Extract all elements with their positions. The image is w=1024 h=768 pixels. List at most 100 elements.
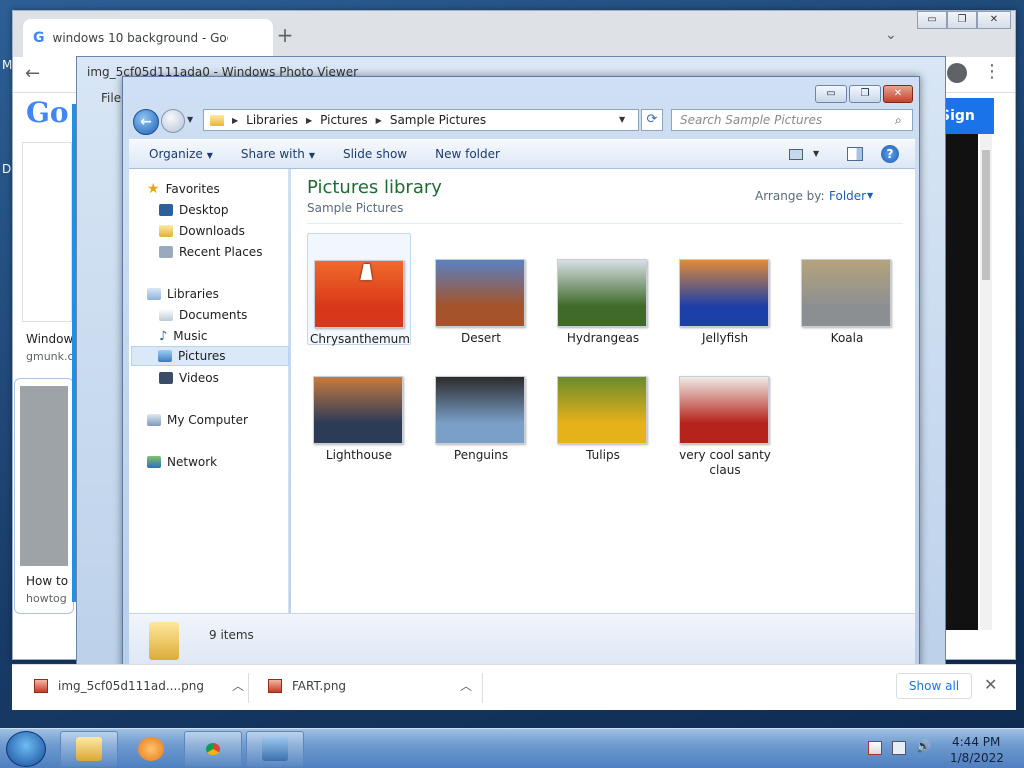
arrange-by-dropdown[interactable]: Folder (829, 189, 866, 203)
change-view-icon[interactable] (789, 149, 803, 160)
downloads-folder-icon (159, 225, 173, 237)
address-bar[interactable]: ▶ Libraries ▶ Pictures ▶ Sample Pictures (203, 109, 639, 131)
google-logo[interactable]: Go (26, 96, 69, 129)
desktop-label-d: D (2, 162, 12, 176)
google-favicon-icon: G (33, 30, 45, 46)
chevron-up-icon[interactable]: ︿ (460, 677, 472, 694)
thumbnail-item[interactable]: Hydrangeas (551, 233, 655, 345)
page-scrollbar-thumb[interactable] (982, 150, 990, 280)
result-source: gmunk.c (26, 350, 74, 363)
breadcrumb-arrow-icon[interactable]: ▶ (232, 116, 238, 125)
chrome-close-button[interactable]: ✕ (977, 11, 1011, 29)
back-arrow-icon[interactable]: ← (25, 63, 40, 84)
file-list-pane: Pictures library Sample Pictures Arrange… (291, 169, 915, 613)
taskbar-photo-viewer-button[interactable] (246, 731, 304, 767)
chevron-up-icon[interactable]: ︿ (232, 677, 244, 694)
address-dropdown-icon[interactable]: ▼ (619, 115, 625, 124)
photo-viewer-file-menu[interactable]: File (101, 91, 121, 105)
chrome-minimize-button[interactable]: ▭ (917, 11, 947, 29)
image-file-icon (34, 678, 48, 693)
result-title[interactable]: Window (26, 332, 73, 346)
recent-places-icon (159, 246, 173, 258)
nav-libraries[interactable]: Libraries (147, 284, 305, 304)
preview-pane-icon[interactable] (847, 147, 863, 161)
start-button[interactable] (6, 731, 46, 767)
nav-network[interactable]: Network (147, 452, 305, 472)
slide-show-button[interactable]: Slide show (343, 147, 407, 161)
new-folder-button[interactable]: New folder (435, 147, 500, 161)
help-icon[interactable]: ? (881, 145, 899, 163)
view-options-chevron-icon[interactable]: ▼ (813, 149, 819, 158)
arrange-by-label: Arrange by: (755, 189, 825, 203)
forward-arrow-icon[interactable] (161, 109, 185, 133)
recent-pages-chevron-icon[interactable]: ▼ (187, 115, 193, 124)
explorer-close-button[interactable]: ✕ (883, 85, 913, 103)
item-count: 9 items (209, 628, 254, 642)
thumbnail-label: Hydrangeas (566, 331, 640, 345)
search-icon[interactable]: ⌕ (895, 113, 902, 128)
thumbnail-item[interactable]: Koala (795, 233, 899, 345)
close-download-bar-icon[interactable]: ✕ (984, 675, 997, 694)
library-title: Pictures library (307, 177, 442, 198)
taskbar-explorer-button[interactable] (60, 731, 118, 767)
pictures-icon (158, 350, 172, 362)
chrome-tab[interactable]: G windows 10 background - Google (23, 19, 273, 57)
thumbnail-image[interactable] (557, 259, 647, 327)
breadcrumb-sample-pictures[interactable]: Sample Pictures (390, 113, 486, 127)
thumbnail-item[interactable]: Tulips (551, 350, 655, 462)
new-tab-button[interactable]: + (275, 25, 295, 45)
network-tray-icon[interactable] (892, 741, 906, 755)
explorer-minimize-button[interactable]: ▭ (815, 85, 847, 103)
refresh-icon[interactable]: ⟳ (641, 109, 663, 131)
taskbar-chrome-button[interactable] (184, 731, 242, 767)
thumbnail-item[interactable]: Lighthouse (307, 350, 411, 462)
download-item[interactable]: FART.png ︿ (268, 677, 472, 694)
thumbnail-image[interactable] (801, 259, 891, 327)
back-arrow-icon[interactable]: ← (133, 109, 159, 135)
taskbar-media-player-button[interactable] (122, 731, 180, 767)
chrome-restore-button[interactable]: ❐ (947, 11, 977, 29)
media-player-icon (138, 737, 164, 761)
thumbnail-image[interactable] (314, 260, 404, 328)
thumbnail-image[interactable] (679, 376, 769, 444)
chrome-menu-icon[interactable]: ⋮ (983, 61, 1001, 82)
thumbnail-label: Chrysanthemum (310, 332, 410, 346)
clock-date[interactable]: 1/8/2022 (950, 751, 1004, 765)
thumbnail-item[interactable]: Jellyfish (673, 233, 777, 345)
thumbnail-item[interactable]: Chrysanthemum (307, 233, 411, 346)
result-card-image[interactable] (20, 386, 68, 566)
result-thumbnail[interactable] (22, 142, 72, 322)
organize-button[interactable]: Organize ▼ (149, 147, 213, 161)
explorer-restore-button[interactable]: ❐ (849, 85, 881, 103)
breadcrumb-libraries[interactable]: Libraries (246, 113, 298, 127)
photo-viewer-icon (262, 737, 288, 761)
breadcrumb-pictures[interactable]: Pictures (320, 113, 368, 127)
volume-icon[interactable]: 🔊 (916, 739, 931, 753)
thumbnail-image[interactable] (679, 259, 769, 327)
thumbnail-item[interactable]: Penguins (429, 350, 533, 462)
clock-time[interactable]: 4:44 PM (952, 735, 1000, 749)
nav-my-computer[interactable]: My Computer (147, 410, 305, 430)
thumbnail-image[interactable] (557, 376, 647, 444)
search-input[interactable]: Search Sample Pictures (671, 109, 913, 131)
profile-avatar-icon[interactable] (947, 63, 967, 83)
taskbar: 🔊 4:44 PM 1/8/2022 (0, 728, 1024, 768)
action-center-icon[interactable] (868, 741, 882, 755)
breadcrumb-arrow-icon[interactable]: ▶ (376, 116, 382, 125)
breadcrumb-arrow-icon[interactable]: ▶ (306, 116, 312, 125)
thumbnail-image[interactable] (313, 376, 403, 444)
thumbnail-item[interactable]: Desert (429, 233, 533, 345)
thumbnail-item[interactable]: very cool santy claus (673, 350, 777, 477)
tab-search-chevron-icon[interactable]: ⌄ (885, 27, 897, 43)
arrange-by-chevron-icon[interactable]: ▼ (867, 191, 873, 200)
show-all-button[interactable]: Show all (896, 673, 972, 699)
nav-pictures[interactable]: Pictures (131, 346, 289, 366)
share-with-button[interactable]: Share with ▼ (241, 147, 315, 161)
nav-favorites[interactable]: ★ Favorites (147, 179, 305, 199)
thumbnail-image[interactable] (435, 376, 525, 444)
thumbnail-label: Koala (830, 331, 864, 345)
result-card-title[interactable]: How to (26, 574, 68, 588)
thumbnail-image[interactable] (435, 259, 525, 327)
thumbnail-label: Lighthouse (325, 448, 393, 462)
download-item[interactable]: img_5cf05d111ad....png ︿ (34, 677, 244, 694)
